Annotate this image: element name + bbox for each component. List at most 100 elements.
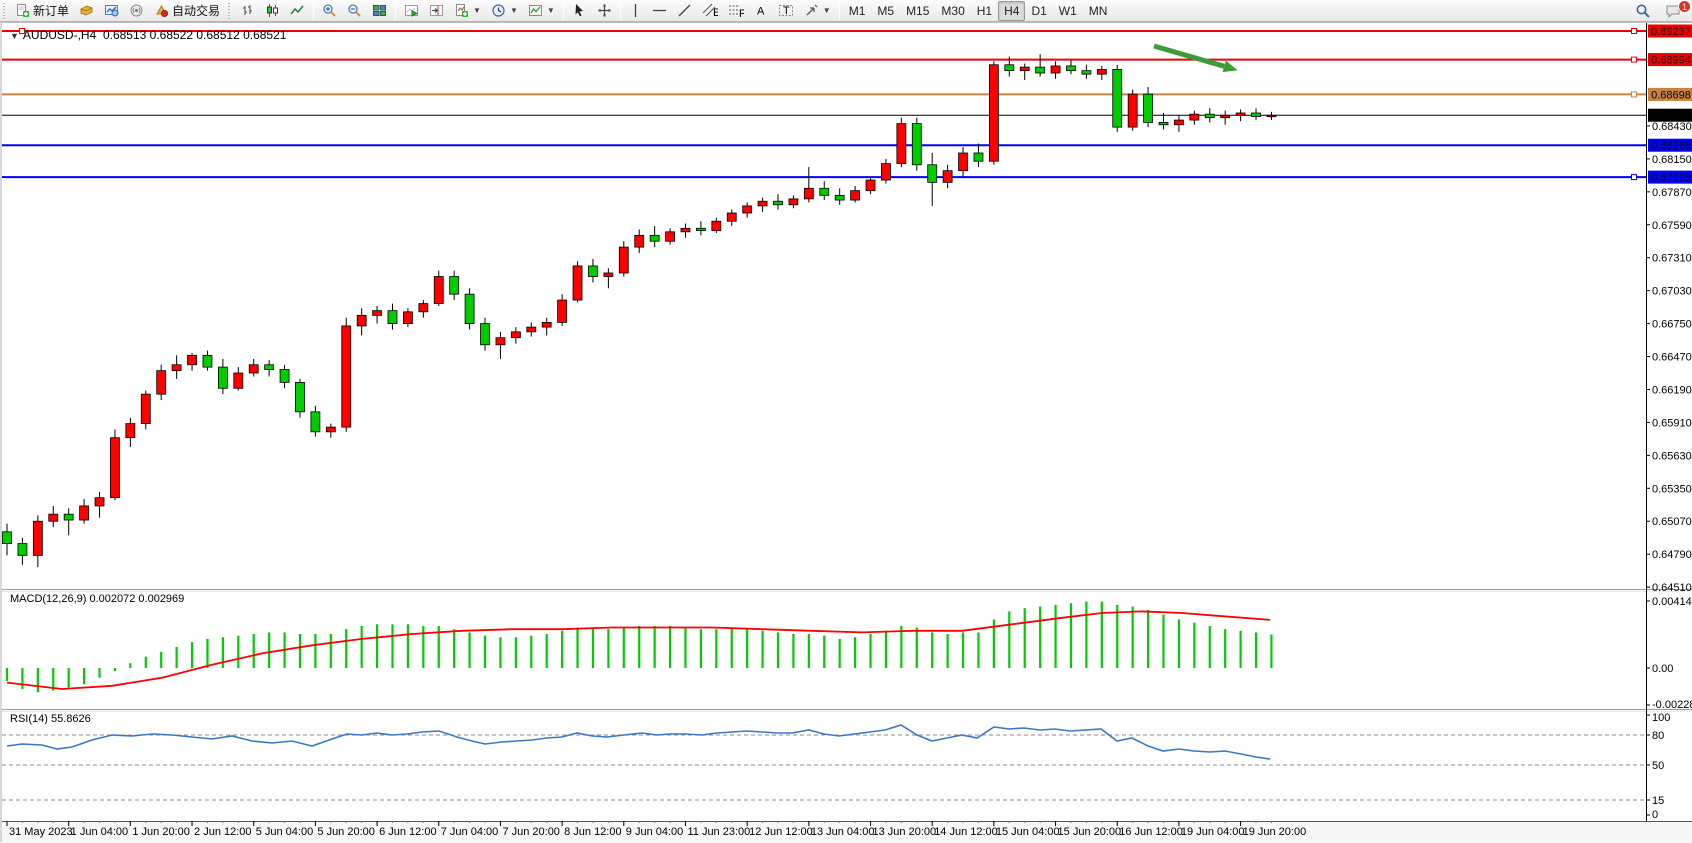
trendline-tool-button[interactable] (672, 1, 697, 21)
macd-axis-label: 0.004142 (1652, 596, 1692, 608)
candle-body (681, 228, 690, 232)
candle-body (928, 165, 937, 183)
clock-icon (491, 3, 506, 18)
time-label: 13 Jun 20:00 (873, 826, 937, 838)
time-label: 15 Jun 20:00 (1058, 826, 1122, 838)
candle-body (604, 273, 613, 277)
timeframe-button-m1[interactable]: M1 (843, 1, 872, 21)
periods-button[interactable]: ▼ (486, 1, 523, 21)
publish-chart-button[interactable] (99, 1, 124, 21)
timeframe-button-d1[interactable]: D1 (1025, 1, 1052, 21)
horizontal-line-tool-button[interactable] (647, 1, 672, 21)
candle-body (635, 235, 644, 247)
timeframe-button-h4[interactable]: H4 (998, 1, 1025, 21)
crosshair-tool-button[interactable] (592, 1, 617, 21)
price-badge-label: 0.68698 (1651, 89, 1691, 101)
auto-trading-icon (154, 3, 169, 18)
chart-shift-button[interactable] (424, 1, 449, 21)
main-toolbar: 新订单 自动交易 (0, 0, 1692, 22)
channel-tool-button[interactable]: E (697, 1, 723, 21)
time-label: 31 May 2023 (9, 826, 73, 838)
time-label: 8 Jun 12:00 (564, 826, 622, 838)
bar-chart-mode-button[interactable] (235, 1, 260, 21)
candle-body (1036, 67, 1045, 73)
time-label: 16 Jun 12:00 (1119, 826, 1183, 838)
candle-body (64, 514, 73, 520)
candle-body (558, 300, 567, 322)
timeframe-group: M1M5M15M30H1H4D1W1MN (843, 1, 1114, 21)
candle-body (835, 195, 844, 200)
macd-axis-label: 0.00 (1652, 663, 1673, 675)
zoom-in-button[interactable] (317, 1, 342, 21)
text-label-icon: T (778, 3, 794, 18)
line-handles[interactable] (20, 29, 1637, 180)
price-axis: 0.684300.681500.678700.675900.673100.670… (1646, 25, 1692, 595)
candle-body (1005, 65, 1014, 71)
candle-body (388, 311, 397, 324)
price-tick-label: 0.65350 (1652, 483, 1692, 495)
candle-body (1221, 115, 1230, 117)
candle-body (650, 235, 659, 241)
candle-body (280, 369, 289, 382)
horizontal-line-objects[interactable] (2, 31, 1646, 177)
line-chart-icon (290, 3, 305, 18)
timeframe-button-m5[interactable]: M5 (871, 1, 900, 21)
timeframe-button-m15[interactable]: M15 (900, 1, 935, 21)
rsi-axis-label: 50 (1652, 760, 1664, 772)
chart-canvas[interactable]: 0.684300.681500.678700.675900.673100.670… (2, 23, 1692, 843)
price-badge-label: 0.68521 (1651, 110, 1691, 122)
history-center-button[interactable] (74, 1, 99, 21)
text-tool-button[interactable]: A (749, 1, 773, 21)
candle-body (1205, 114, 1214, 118)
tile-windows-button[interactable] (367, 1, 392, 21)
candle-body (172, 365, 181, 371)
shapes-tool-button[interactable]: ▼ (799, 1, 836, 21)
candle-body (1113, 69, 1122, 127)
candle-body (265, 365, 274, 370)
candle-body (373, 311, 382, 316)
auto-trading-button[interactable]: 自动交易 (149, 1, 225, 21)
signal-button[interactable] (124, 1, 149, 21)
notifications-button[interactable]: 1 (1660, 1, 1686, 21)
svg-text:E: E (713, 7, 718, 18)
timeframe-button-mn[interactable]: MN (1083, 1, 1114, 21)
line-chart-mode-button[interactable] (285, 1, 310, 21)
rsi-axis-label: 0 (1652, 809, 1658, 821)
indicators-button[interactable]: ▼ (449, 1, 486, 21)
candle-body (3, 532, 12, 544)
blue-chart-icon (104, 3, 119, 18)
search-icon (1635, 3, 1651, 19)
chart-title[interactable]: ▼AUDUSD-,H4 0.68513 0.68522 0.68512 0.68… (10, 28, 286, 42)
auto-trading-label: 自动交易 (172, 2, 220, 19)
candlestick-mode-button[interactable] (260, 1, 285, 21)
toolbar-grip (227, 3, 232, 19)
timeframe-button-w1[interactable]: W1 (1053, 1, 1083, 21)
svg-text:T: T (783, 5, 790, 17)
candle-body (95, 498, 104, 506)
bar-chart-icon (240, 3, 255, 18)
search-button[interactable] (1630, 1, 1656, 21)
candle-body (357, 315, 366, 326)
price-tick-label: 0.67870 (1652, 187, 1692, 199)
fibonacci-tool-button[interactable]: F (723, 1, 749, 21)
auto-scroll-button[interactable] (399, 1, 424, 21)
vertical-line-tool-button[interactable] (624, 1, 647, 21)
time-label: 9 Jun 04:00 (626, 826, 684, 838)
timeframe-button-h1[interactable]: H1 (971, 1, 998, 21)
toolbar-separator (839, 2, 840, 20)
toolbar-right-group: 1 (1630, 1, 1692, 21)
zoom-out-button[interactable] (342, 1, 367, 21)
candle-body (866, 180, 875, 191)
candle-body (989, 65, 998, 161)
timeframe-button-m30[interactable]: M30 (935, 1, 970, 21)
price-tick-label: 0.67310 (1652, 253, 1692, 265)
svg-text:A: A (757, 6, 765, 18)
candle-body (126, 424, 135, 438)
toolbar-separator (395, 2, 396, 20)
templates-button[interactable]: ▼ (523, 1, 560, 21)
cursor-tool-button[interactable] (567, 1, 592, 21)
line-handle (1632, 92, 1637, 97)
label-tool-button[interactable]: T (773, 1, 799, 21)
new-order-button[interactable]: 新订单 (10, 1, 74, 21)
time-label: 14 Jun 12:00 (934, 826, 998, 838)
